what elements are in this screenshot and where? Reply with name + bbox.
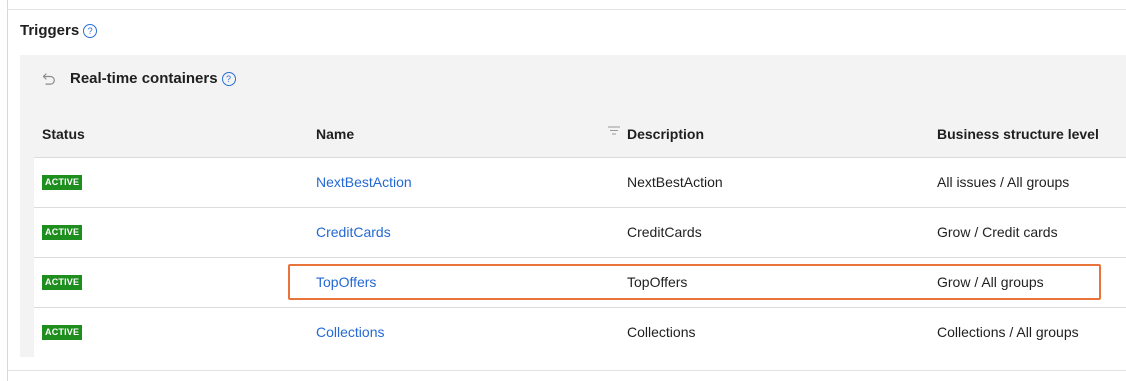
container-description: CreditCards [627, 224, 702, 240]
container-name-link[interactable]: Collections [316, 324, 384, 340]
business-structure-level: Grow / All groups [937, 274, 1044, 290]
frame-left-border [7, 0, 8, 381]
triggers-section-header: Triggers ? [20, 22, 98, 39]
business-structure-level: Collections / All groups [937, 324, 1079, 340]
table-header: Status Name Description Business structu… [34, 110, 1126, 157]
container-description: Collections [627, 324, 696, 340]
back-arrow-icon[interactable] [42, 72, 56, 86]
frame-bottom-border [7, 370, 1126, 371]
frame-top-border [7, 9, 1126, 10]
containers-table: Status Name Description Business structu… [34, 110, 1126, 357]
panel-header: Real-time containers ? [42, 70, 236, 87]
table-row: ACTIVE Collections Collections Collectio… [34, 307, 1126, 357]
column-header-description[interactable]: Description [627, 126, 704, 142]
container-description: NextBestAction [627, 174, 723, 190]
column-header-status[interactable]: Status [42, 126, 85, 142]
column-header-name[interactable]: Name [316, 126, 354, 142]
column-header-business-structure-level[interactable]: Business structure level [937, 126, 1099, 142]
table-row: ACTIVE CreditCards CreditCards Grow / Cr… [34, 207, 1126, 257]
help-icon[interactable]: ? [221, 71, 236, 86]
panel-title: Real-time containers [70, 70, 218, 87]
help-icon[interactable]: ? [83, 23, 98, 38]
container-name-link[interactable]: TopOffers [316, 274, 376, 290]
table-row: ACTIVE TopOffers TopOffers Grow / All gr… [34, 257, 1126, 307]
status-badge: ACTIVE [42, 225, 83, 240]
table-row: ACTIVE NextBestAction NextBestAction All… [34, 157, 1126, 207]
business-structure-level: All issues / All groups [937, 174, 1070, 190]
status-badge: ACTIVE [42, 175, 83, 190]
filter-icon[interactable] [607, 124, 621, 138]
container-name-link[interactable]: NextBestAction [316, 174, 412, 190]
triggers-title: Triggers [20, 22, 80, 39]
business-structure-level: Grow / Credit cards [937, 224, 1058, 240]
status-badge: ACTIVE [42, 325, 83, 340]
container-description: TopOffers [627, 274, 688, 290]
container-name-link[interactable]: CreditCards [316, 224, 391, 240]
real-time-containers-panel: Real-time containers ? Status Name Descr… [20, 55, 1126, 357]
status-badge: ACTIVE [42, 275, 83, 290]
